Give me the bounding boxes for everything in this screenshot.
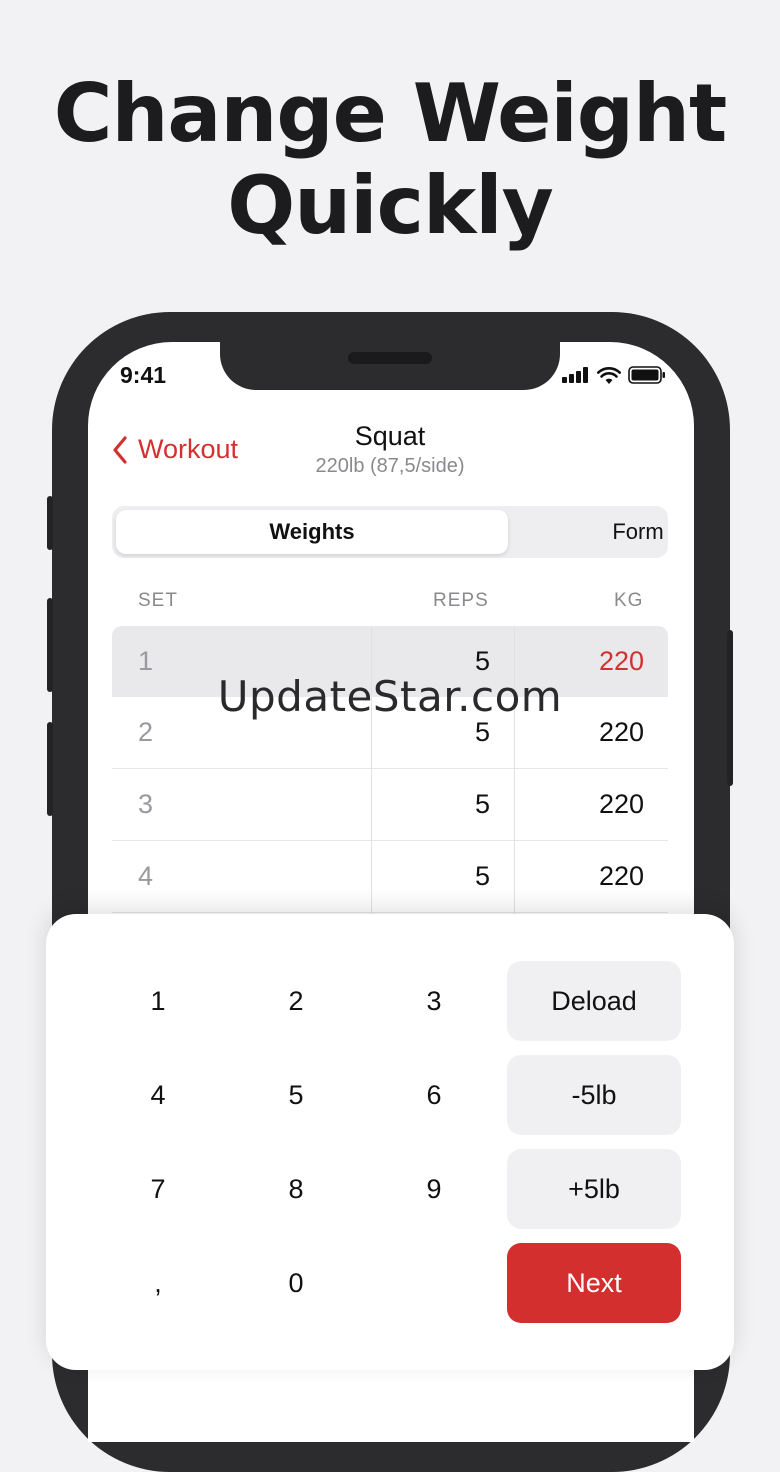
notch — [220, 342, 560, 390]
headline-line-2: Quickly — [227, 159, 554, 252]
table-row[interactable]: 3 5 220 — [112, 769, 668, 841]
speaker — [348, 352, 432, 364]
headline-line-1: Change Weight — [53, 67, 728, 160]
reps-value[interactable]: 5 — [475, 841, 490, 912]
volume-down-button — [47, 722, 53, 816]
kg-value[interactable]: 220 — [599, 769, 644, 840]
watermark: UpdateStar.com — [217, 672, 563, 721]
set-number: 3 — [138, 789, 154, 819]
plus-5lb-button[interactable]: +5lb — [507, 1149, 681, 1229]
key-2[interactable]: 2 — [227, 961, 365, 1041]
chevron-left-icon — [113, 435, 127, 464]
status-time: 9:41 — [120, 362, 167, 388]
column-header-reps: REPS — [433, 590, 489, 611]
key-decimal[interactable]: , — [89, 1243, 227, 1323]
mute-switch — [47, 496, 53, 550]
minus-5lb-button[interactable]: -5lb — [507, 1055, 681, 1135]
column-header-kg: KG — [614, 590, 644, 611]
exercise-title: Squat — [354, 421, 426, 451]
back-label: Workout — [138, 434, 239, 464]
headline: Change Weight Quickly — [0, 68, 780, 252]
exercise-subtitle: 220lb (87,5/side) — [315, 455, 465, 477]
deload-button[interactable]: Deload — [507, 961, 681, 1041]
column-divider — [514, 626, 515, 926]
key-8[interactable]: 8 — [227, 1149, 365, 1229]
column-divider — [371, 626, 372, 926]
set-number: 4 — [138, 861, 154, 891]
sets-table: 1 5 220 2 5 220 3 5 220 4 5 220 — [112, 626, 668, 913]
key-3[interactable]: 3 — [365, 961, 503, 1041]
key-5[interactable]: 5 — [227, 1055, 365, 1135]
column-header-set: SET — [138, 590, 178, 611]
kg-value[interactable]: 220 — [599, 841, 644, 912]
tab-form[interactable]: Form — [512, 510, 764, 554]
wifi-icon — [597, 366, 621, 384]
signal-icon — [562, 367, 588, 383]
tab-weights[interactable]: Weights — [116, 510, 508, 554]
key-6[interactable]: 6 — [365, 1055, 503, 1135]
table-row[interactable]: 4 5 220 — [112, 841, 668, 913]
key-9[interactable]: 9 — [365, 1149, 503, 1229]
key-7[interactable]: 7 — [89, 1149, 227, 1229]
reps-value[interactable]: 5 — [475, 769, 490, 840]
key-4[interactable]: 4 — [89, 1055, 227, 1135]
key-1[interactable]: 1 — [89, 961, 227, 1041]
segmented-control: Weights Form — [112, 506, 668, 558]
battery-icon — [628, 366, 665, 384]
status-icons — [562, 366, 666, 384]
back-button[interactable]: Workout — [112, 434, 238, 465]
next-button[interactable]: Next — [507, 1243, 681, 1323]
key-0[interactable]: 0 — [227, 1243, 365, 1323]
